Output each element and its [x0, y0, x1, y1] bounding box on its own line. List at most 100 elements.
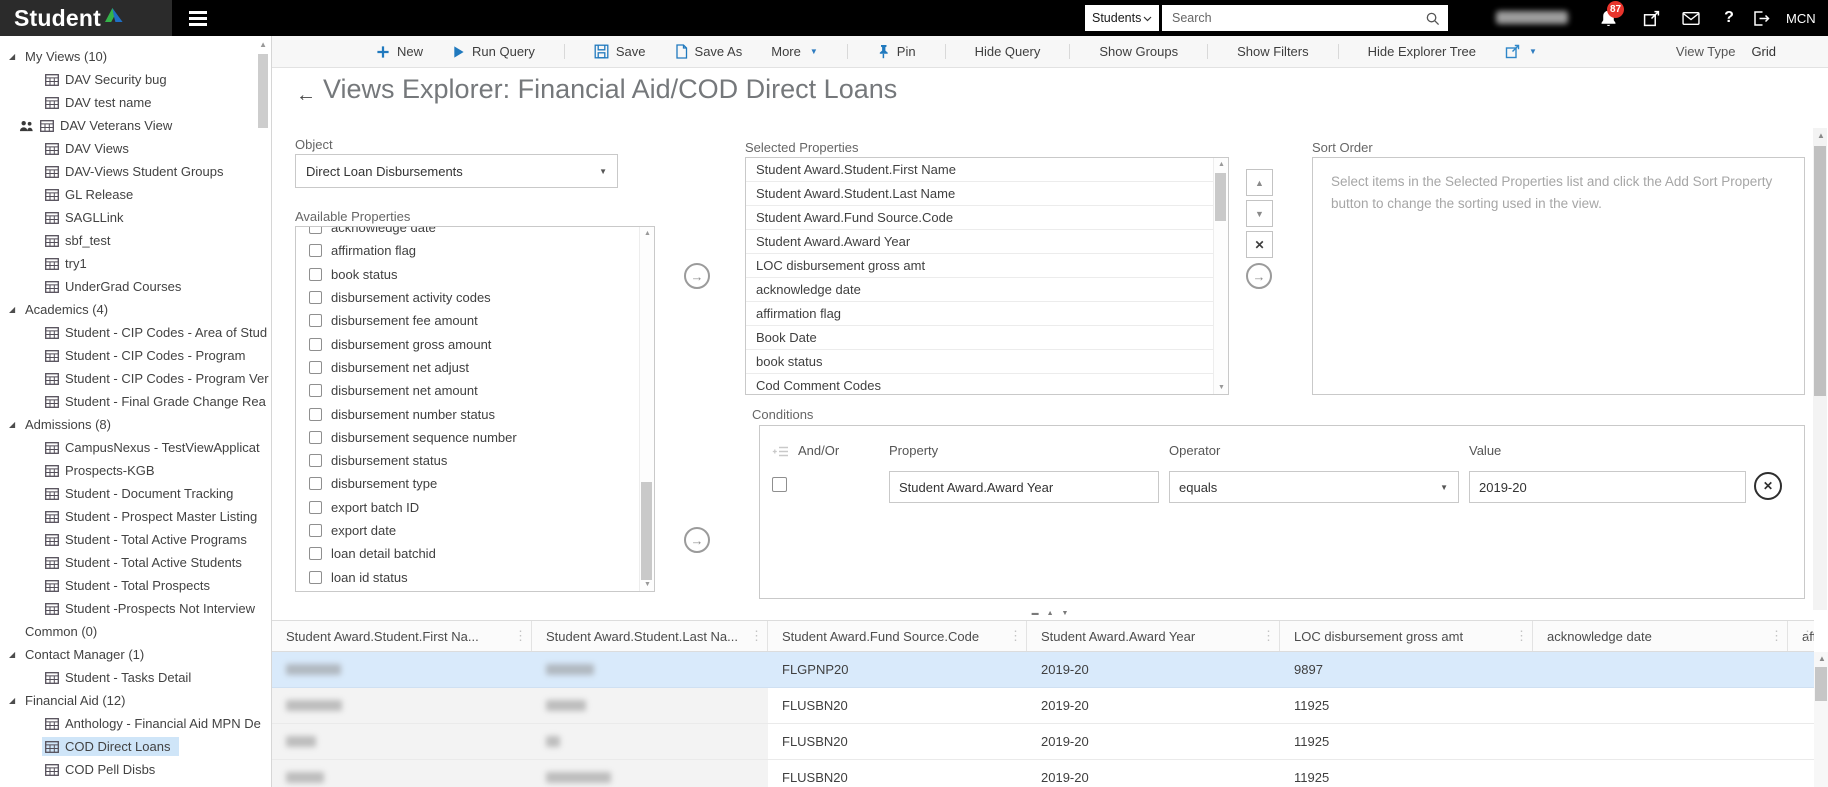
splitter-down-icon[interactable]: ▼	[1062, 610, 1069, 617]
sidebar-item[interactable]: Student - Tasks Detail	[0, 666, 271, 689]
expander-icon[interactable]: ◢	[9, 305, 18, 314]
scroll-up-icon[interactable]: ▲	[644, 230, 651, 237]
grid-column-header[interactable]: acknowledge date ⋮	[1533, 621, 1788, 651]
table-row[interactable]: FLUSBN20 2019-20 11925	[272, 760, 1814, 787]
sidebar-item[interactable]: DAV-Views Student Groups	[0, 160, 271, 183]
scrollbar-thumb[interactable]	[1215, 173, 1226, 221]
sidebar-item[interactable]: DAV Views	[0, 137, 271, 160]
available-property[interactable]: affirmation flag	[296, 239, 654, 262]
sidebar-item[interactable]: CampusNexus - TestViewApplicat	[0, 436, 271, 459]
add-sort-property-button[interactable]: →	[1246, 263, 1272, 289]
more-button[interactable]: More ▼	[771, 44, 818, 59]
expander-icon[interactable]: ◢	[9, 650, 18, 659]
app-logo[interactable]: Student	[0, 0, 172, 36]
remove-property-button[interactable]: ✕	[1246, 231, 1273, 258]
sidebar-item[interactable]: Student - CIP Codes - Program	[0, 344, 271, 367]
selected-property[interactable]: Student Award.Student.First Name	[746, 158, 1228, 182]
sidebar-item[interactable]: Student - Document Tracking	[0, 482, 271, 505]
sidebar-item[interactable]: Student - Final Grade Change Rea	[0, 390, 271, 413]
sidebar-group[interactable]: ◢Common (0)	[0, 620, 271, 643]
expander-icon[interactable]: ◢	[9, 52, 18, 61]
hide-query-button[interactable]: Hide Query	[975, 44, 1041, 59]
available-property[interactable]: disbursement number status	[296, 402, 654, 425]
available-property[interactable]: loan id status	[296, 565, 654, 588]
object-dropdown[interactable]: Direct Loan Disbursements ▼	[295, 154, 618, 188]
checkbox[interactable]	[309, 227, 322, 235]
sidebar-item[interactable]: Student - CIP Codes - Area of Stud	[0, 321, 271, 344]
move-property-down-button[interactable]: ▼	[1246, 200, 1273, 227]
condition-property-input[interactable]	[889, 471, 1159, 503]
run-query-button[interactable]: Run Query	[452, 44, 535, 59]
sidebar-group[interactable]: ◢ My Views (10)	[0, 45, 271, 68]
checkbox[interactable]	[309, 360, 322, 374]
sidebar-item[interactable]: DAV test name	[0, 91, 271, 114]
column-menu-icon[interactable]: ⋮	[1801, 628, 1814, 644]
scroll-down-icon[interactable]: ▼	[644, 581, 651, 588]
collapse-handle-icon[interactable]: ▬	[1032, 610, 1039, 617]
available-property[interactable]: disbursement sequence number	[296, 426, 654, 449]
grid-column-header[interactable]: LOC disbursement gross amt ⋮	[1280, 621, 1533, 651]
available-property[interactable]: disbursement activity codes	[296, 286, 654, 309]
sidebar-item[interactable]: Student - Prospect Master Listing	[0, 505, 271, 528]
condition-value-input[interactable]	[1469, 471, 1746, 503]
sidebar-item[interactable]: Student - Total Active Programs	[0, 528, 271, 551]
sidebar-item[interactable]: SAGLLink	[0, 206, 271, 229]
available-property[interactable]: disbursement net adjust	[296, 356, 654, 379]
checkbox[interactable]	[309, 244, 322, 258]
checkbox[interactable]	[309, 524, 322, 537]
column-menu-icon[interactable]: ⋮	[514, 628, 527, 644]
selected-property[interactable]: acknowledge date	[746, 278, 1228, 302]
selected-property[interactable]: Student Award.Student.Last Name	[746, 182, 1228, 206]
sidebar-scroll-up-icon[interactable]: ▲	[259, 40, 267, 49]
column-menu-icon[interactable]: ⋮	[1770, 628, 1783, 644]
column-menu-icon[interactable]: ⋮	[1009, 628, 1022, 644]
show-filters-button[interactable]: Show Filters	[1237, 44, 1309, 59]
search-input[interactable]	[1170, 10, 1425, 26]
selected-property[interactable]: Book Date	[746, 326, 1228, 350]
sidebar-item[interactable]: sbf_test	[0, 229, 271, 252]
scrollbar-thumb[interactable]	[641, 482, 652, 580]
checkbox[interactable]	[309, 407, 322, 421]
checkbox[interactable]	[309, 384, 322, 398]
scroll-up-icon[interactable]: ▲	[1218, 161, 1225, 168]
expander-icon[interactable]: ◢	[9, 420, 18, 429]
add-condition-property-button[interactable]: →	[684, 527, 710, 553]
expander-icon[interactable]: ◢	[9, 696, 18, 705]
scroll-up-icon[interactable]: ▲	[1818, 654, 1826, 663]
checkbox[interactable]	[309, 430, 322, 444]
checkbox[interactable]	[309, 267, 322, 281]
messages-button[interactable]	[1681, 8, 1701, 28]
splitter-up-icon[interactable]: ▲	[1047, 610, 1054, 617]
checkbox[interactable]	[309, 337, 322, 351]
sidebar-scrollbar-thumb[interactable]	[258, 54, 268, 128]
sidebar-item[interactable]: DAV Security bug	[0, 68, 271, 91]
sidebar-group[interactable]: ◢ Contact Manager (1)	[0, 643, 271, 666]
grid-column-header[interactable]: Student Award.Fund Source.Code ⋮	[768, 621, 1027, 651]
available-property[interactable]: disbursement type	[296, 472, 654, 495]
scrollbar-thumb[interactable]	[1815, 667, 1827, 701]
sidebar-item[interactable]: DAV Veterans View	[0, 114, 271, 137]
available-property[interactable]: disbursement net amount	[296, 379, 654, 402]
scroll-up-icon[interactable]: ▲	[1817, 131, 1825, 140]
panel-splitter[interactable]: ▬ ▲ ▼	[272, 606, 1828, 620]
table-row[interactable]: FLUSBN20 2019-20 11925	[272, 688, 1814, 724]
hide-explorer-tree-button[interactable]: Hide Explorer Tree	[1368, 44, 1476, 59]
checkbox[interactable]	[309, 547, 322, 561]
open-new-window-button[interactable]: ▼	[1505, 44, 1537, 59]
available-properties-scrollbar[interactable]: ▲ ▼	[639, 227, 654, 591]
sidebar-group[interactable]: ◢ Academics (4)	[0, 298, 271, 321]
sign-out-button[interactable]	[1751, 8, 1771, 28]
sidebar-item[interactable]: GL Release	[0, 183, 271, 206]
save-button[interactable]: Save	[594, 44, 646, 59]
sidebar-item[interactable]: Student - Total Prospects	[0, 574, 271, 597]
sidebar-item[interactable]: Prospects-KGB	[0, 459, 271, 482]
sidebar-item[interactable]: try1	[0, 252, 271, 275]
checkbox[interactable]	[309, 314, 322, 328]
add-property-button[interactable]: →	[684, 263, 710, 289]
column-menu-icon[interactable]: ⋮	[750, 628, 763, 644]
back-button[interactable]: ←	[296, 84, 316, 107]
hamburger-menu-button[interactable]	[172, 0, 224, 36]
move-property-up-button[interactable]: ▲	[1246, 169, 1273, 196]
available-property[interactable]: export batch ID	[296, 496, 654, 519]
sidebar-item[interactable]: Student - CIP Codes - Program Ver	[0, 367, 271, 390]
